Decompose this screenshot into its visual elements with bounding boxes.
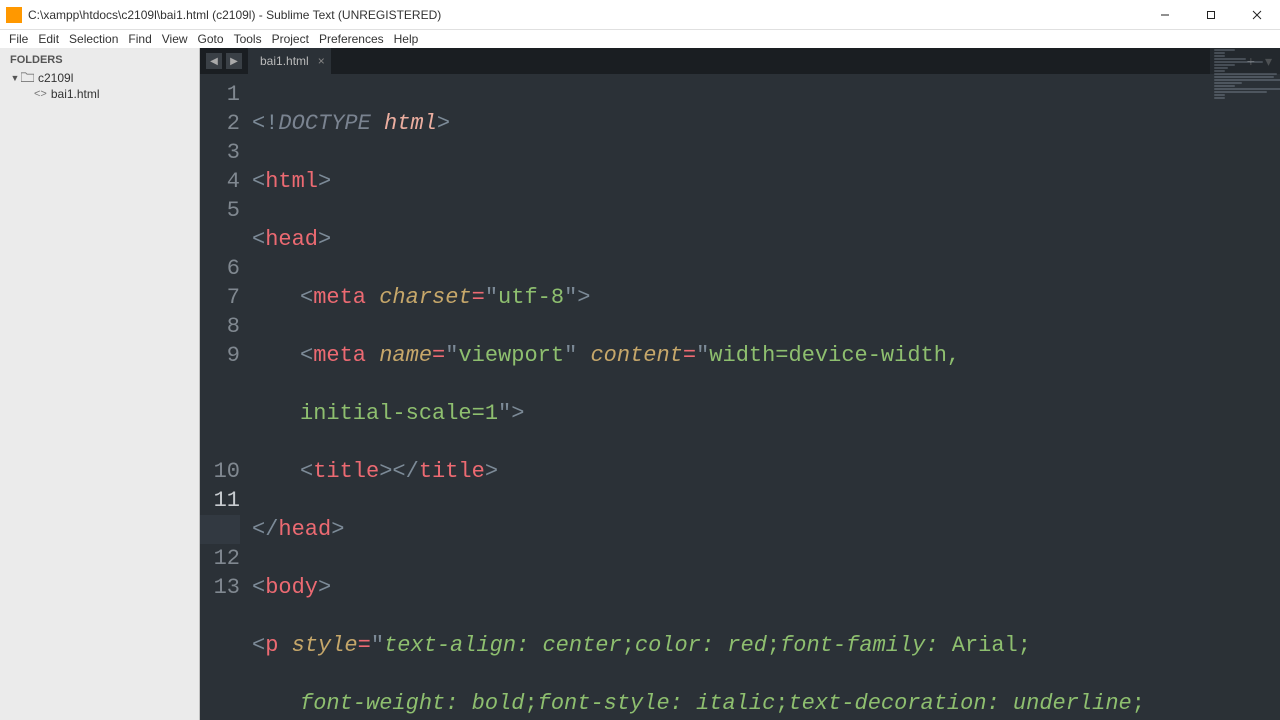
window-title: C:\xampp\htdocs\c2109l\bai1.html (c2109l… <box>28 8 441 22</box>
folder-label: c2109l <box>38 71 73 85</box>
file-label: bai1.html <box>51 87 100 101</box>
menu-tools[interactable]: Tools <box>229 32 267 46</box>
menu-goto[interactable]: Goto <box>193 32 229 46</box>
minimap[interactable] <box>1210 48 1280 720</box>
menu-edit[interactable]: Edit <box>33 32 64 46</box>
menu-selection[interactable]: Selection <box>64 32 123 46</box>
tab-bar: ◀ ▶ bai1.html × + ▾ <box>200 48 1280 74</box>
line-number: 7 <box>200 283 240 312</box>
minimize-button[interactable] <box>1142 0 1188 30</box>
menu-preferences[interactable]: Preferences <box>314 32 389 46</box>
tab-label: bai1.html <box>260 54 309 68</box>
file-icon: <> <box>34 88 47 100</box>
sidebar-header: FOLDERS <box>0 48 199 70</box>
close-button[interactable] <box>1234 0 1280 30</box>
line-number: 3 <box>200 138 240 167</box>
menu-find[interactable]: Find <box>123 32 156 46</box>
line-number: 4 <box>200 167 240 196</box>
menubar: File Edit Selection Find View Goto Tools… <box>0 30 1280 48</box>
file-row[interactable]: <> bai1.html <box>0 86 199 102</box>
tab-active[interactable]: bai1.html × <box>248 48 331 74</box>
folders-sidebar: FOLDERS ▼ c2109l <> bai1.html <box>0 48 200 720</box>
line-number: 5 <box>200 196 240 225</box>
folder-row[interactable]: ▼ c2109l <box>0 70 199 86</box>
editor-area: ◀ ▶ bai1.html × + ▾ 1 2 3 <box>200 48 1280 720</box>
titlebar: C:\xampp\htdocs\c2109l\bai1.html (c2109l… <box>0 0 1280 30</box>
line-number: 13 <box>200 573 240 602</box>
folder-arrow-icon: ▼ <box>10 73 20 83</box>
line-number: 2 <box>200 109 240 138</box>
code-content[interactable]: <!DOCTYPE html> <html> <head> <meta char… <box>250 74 1280 720</box>
menu-help[interactable]: Help <box>389 32 424 46</box>
tab-history-back[interactable]: ◀ <box>206 53 222 69</box>
menu-file[interactable]: File <box>4 32 33 46</box>
line-number: 12 <box>200 544 240 573</box>
tab-history-forward[interactable]: ▶ <box>226 53 242 69</box>
line-number: 6 <box>200 254 240 283</box>
folder-icon <box>21 71 34 85</box>
workspace: FOLDERS ▼ c2109l <> bai1.html ◀ ▶ <box>0 48 1280 720</box>
menu-project[interactable]: Project <box>267 32 314 46</box>
editor-body[interactable]: 1 2 3 4 5 6 7 8 9 10 11 12 <box>200 74 1280 720</box>
tab-close-icon[interactable]: × <box>318 54 325 68</box>
menu-view[interactable]: View <box>157 32 193 46</box>
line-number: 9 <box>200 341 240 370</box>
line-number: 10 <box>200 457 240 486</box>
line-number: 1 <box>200 80 240 109</box>
line-number: 8 <box>200 312 240 341</box>
app-icon <box>6 7 22 23</box>
window-controls <box>1142 0 1280 30</box>
line-gutter: 1 2 3 4 5 6 7 8 9 10 11 12 <box>200 74 250 720</box>
line-number: 11 <box>200 486 240 515</box>
app-window: C:\xampp\htdocs\c2109l\bai1.html (c2109l… <box>0 0 1280 720</box>
maximize-button[interactable] <box>1188 0 1234 30</box>
